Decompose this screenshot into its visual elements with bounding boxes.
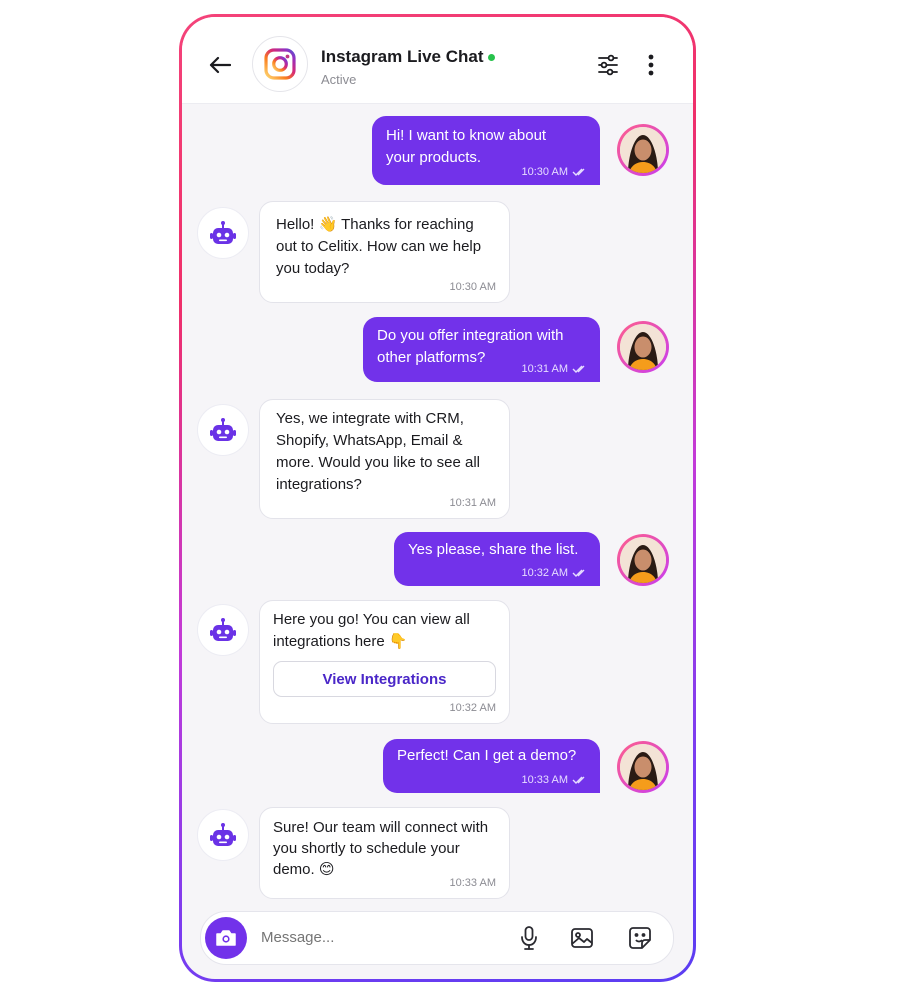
message-time: 10:30 AM [449,281,496,293]
message-meta: 10:31 AM [522,363,588,375]
instagram-logo-icon [252,36,308,92]
online-status-dot [488,54,495,61]
message-meta: 10:33 AM [522,774,588,786]
chat-header: Instagram Live Chat Active [182,17,693,104]
message-text: Here you go! You can view all integratio… [273,611,470,650]
double-check-icon [572,569,585,577]
message-meta: 10:32 AM [522,567,588,579]
camera-icon [216,930,236,946]
message-time: 10:30 AM [521,166,568,178]
robot-icon [210,418,236,441]
user-avatar [617,321,669,373]
sticker-icon[interactable] [628,926,652,955]
double-check-icon [572,365,585,373]
bot-message-bubble: Here you go! You can view all integratio… [259,600,510,724]
image-icon[interactable] [570,926,594,955]
user-message-bubble: Hi! I want to know about your products. … [372,116,600,185]
camera-button[interactable] [205,917,247,959]
message-composer [200,911,674,965]
user-avatar [617,534,669,586]
double-check-icon [572,776,585,784]
message-time: 10:33 AM [449,877,496,889]
chat-title: Instagram Live Chat [321,47,484,66]
message-input[interactable] [261,924,491,950]
view-integrations-button[interactable]: View Integrations [273,661,496,697]
chat-screen: Instagram Live Chat Active Hi! I want to… [182,17,693,979]
message-time: 10:31 AM [449,497,496,509]
bot-message-bubble: Sure! Our team will connect with you sho… [259,807,510,899]
bot-avatar [197,404,249,456]
phone-frame: Instagram Live Chat Active Hi! I want to… [179,14,696,982]
filter-sliders-icon[interactable] [596,53,620,82]
user-message-bubble: Do you offer integration with other plat… [363,317,600,382]
bot-message-bubble: Yes, we integrate with CRM, Shopify, Wha… [259,399,510,519]
message-text: Hi! I want to know about your products. [386,127,547,166]
message-time: 10:31 AM [521,363,568,375]
message-time: 10:33 AM [521,774,568,786]
double-check-icon [572,168,585,176]
message-time: 10:32 AM [521,567,568,579]
robot-icon [210,823,236,846]
user-message-bubble: Perfect! Can I get a demo? 10:33 AM [383,739,600,793]
user-avatar [617,124,669,176]
message-text: Yes please, share the list. [408,541,579,558]
chat-status: Active [321,72,357,87]
robot-icon [210,618,236,641]
message-text: Hello! 👋 Thanks for reaching out to Celi… [276,216,482,277]
user-avatar [617,741,669,793]
message-text: Sure! Our team will connect with you sho… [273,819,489,878]
robot-icon [210,221,236,244]
user-message-bubble: Yes please, share the list. 10:32 AM [394,532,600,586]
message-text: Perfect! Can I get a demo? [397,747,577,764]
bot-avatar [197,809,249,861]
message-text: Yes, we integrate with CRM, Shopify, Wha… [276,410,480,493]
back-arrow-icon[interactable] [204,51,236,79]
message-time: 10:32 AM [449,702,496,714]
message-meta: 10:30 AM [522,166,588,178]
bot-avatar [197,207,249,259]
bot-avatar [197,604,249,656]
more-vertical-icon[interactable] [646,53,656,82]
microphone-icon[interactable] [519,925,539,956]
bot-message-bubble: Hello! 👋 Thanks for reaching out to Celi… [259,201,510,303]
